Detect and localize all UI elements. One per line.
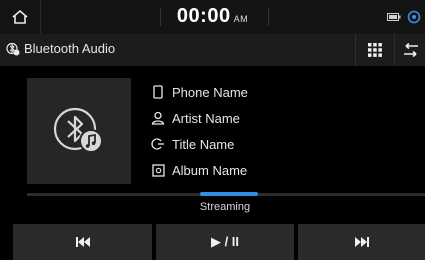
bluetooth-audio-icon — [6, 42, 20, 55]
menu-button[interactable] — [355, 34, 394, 66]
streaming-status: Streaming — [199, 201, 251, 213]
info-row-phone: Phone Name — [150, 79, 248, 105]
status-bar: 00:00 AM — [0, 0, 425, 34]
track-info: Phone Name Artist Name Title Name Album … — [150, 79, 248, 183]
title-group: Bluetooth Audio — [6, 41, 115, 56]
page-title: Bluetooth Audio — [24, 41, 116, 56]
streaming-indicator — [200, 192, 258, 196]
battery-icon — [387, 13, 401, 21]
album-icon — [150, 162, 166, 178]
title-name: Title Name — [172, 136, 235, 152]
play-pause-button[interactable]: ▶ / II — [156, 224, 294, 260]
skip-previous-icon — [75, 237, 90, 247]
back-button[interactable] — [394, 34, 425, 66]
skip-next-icon — [354, 237, 369, 247]
bluetooth-music-icon — [53, 107, 103, 153]
album-name: Album Name — [172, 162, 248, 178]
grid-menu-icon — [368, 43, 382, 57]
system-icons — [387, 10, 421, 24]
info-row-title: Title Name — [150, 131, 248, 157]
artist-icon — [150, 110, 166, 126]
phone-icon — [150, 84, 166, 100]
artist-name: Artist Name — [172, 110, 240, 126]
info-row-artist: Artist Name — [150, 105, 248, 131]
connectivity-icon — [407, 10, 421, 24]
clock-time: 00:00 — [176, 5, 231, 27]
phone-name: Phone Name — [172, 84, 248, 100]
info-row-album: Album Name — [150, 157, 248, 183]
previous-button[interactable] — [13, 224, 152, 260]
clock-ampm: AM — [233, 14, 249, 24]
title-icon — [150, 136, 166, 152]
album-art — [27, 78, 131, 184]
title-bar: Bluetooth Audio — [0, 34, 425, 66]
next-button[interactable] — [298, 224, 425, 260]
playback-controls: ▶ / II — [0, 224, 425, 260]
status-divider — [268, 8, 269, 26]
clock: 00:00 AM — [0, 5, 425, 28]
back-icon — [403, 43, 418, 57]
